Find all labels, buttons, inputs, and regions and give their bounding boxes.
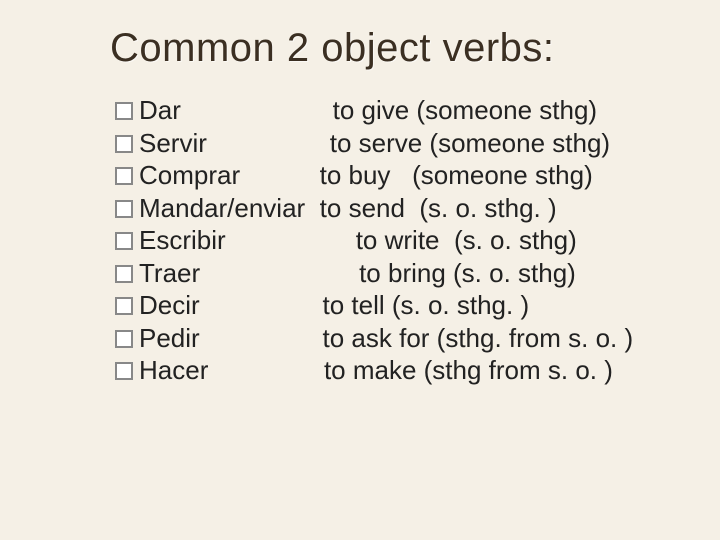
verb-text: Pedir [139, 322, 200, 355]
definition-text: to tell (s. o. sthg. ) [322, 290, 529, 320]
pad [240, 160, 319, 190]
square-bullet-icon [115, 362, 133, 380]
verb-text: Servir [139, 127, 207, 160]
pad [200, 290, 323, 320]
verb-text: Escribir [139, 224, 226, 257]
definition-text: to serve (someone sthg) [330, 128, 610, 158]
square-bullet-icon [115, 297, 133, 315]
list-item: Comprar to buy (someone sthg) [115, 159, 633, 192]
list-item: Decir to tell (s. o. sthg. ) [115, 289, 633, 322]
pad [226, 225, 356, 255]
slide: Common 2 object verbs: Dar to give (some… [0, 0, 720, 540]
verb-text: Hacer [139, 354, 208, 387]
pad [200, 323, 323, 353]
verb-list: Dar to give (someone sthg) Servir to ser… [115, 94, 633, 387]
verb-text: Decir [139, 289, 200, 322]
square-bullet-icon [115, 200, 133, 218]
definition-text: to buy (someone sthg) [320, 160, 593, 190]
slide-title: Common 2 object verbs: [110, 26, 555, 71]
list-item: Traer to bring (s. o. sthg) [115, 257, 633, 290]
pad [207, 128, 330, 158]
definition-text: to make (sthg from s. o. ) [324, 355, 613, 385]
list-item: Escribir to write (s. o. sthg) [115, 224, 633, 257]
pad [181, 95, 333, 125]
square-bullet-icon [115, 330, 133, 348]
list-item: Hacer to make (sthg from s. o. ) [115, 354, 633, 387]
square-bullet-icon [115, 167, 133, 185]
square-bullet-icon [115, 102, 133, 120]
definition-text: to write (s. o. sthg) [356, 225, 577, 255]
verb-text: Dar [139, 94, 181, 127]
list-item: Servir to serve (someone sthg) [115, 127, 633, 160]
verb-text: Traer [139, 257, 200, 290]
pad [200, 258, 359, 288]
list-item: Dar to give (someone sthg) [115, 94, 633, 127]
definition-text: to send (s. o. sthg. ) [320, 193, 557, 223]
square-bullet-icon [115, 265, 133, 283]
square-bullet-icon [115, 232, 133, 250]
list-item: Mandar/enviar to send (s. o. sthg. ) [115, 192, 633, 225]
square-bullet-icon [115, 135, 133, 153]
definition-text: to give (someone sthg) [333, 95, 597, 125]
verb-text: Comprar [139, 159, 240, 192]
definition-text: to ask for (sthg. from s. o. ) [323, 323, 634, 353]
pad [208, 355, 324, 385]
definition-text: to bring (s. o. sthg) [359, 258, 576, 288]
pad [305, 193, 319, 223]
verb-text: Mandar/enviar [139, 192, 305, 225]
list-item: Pedir to ask for (sthg. from s. o. ) [115, 322, 633, 355]
